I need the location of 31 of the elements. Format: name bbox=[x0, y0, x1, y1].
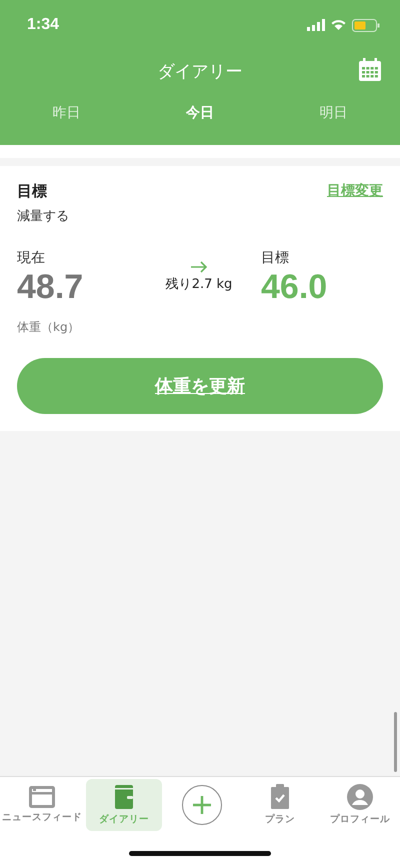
browser-icon bbox=[29, 786, 55, 808]
wifi-icon bbox=[331, 19, 346, 31]
day-tab[interactable]: 明日 bbox=[266, 92, 400, 134]
add-button[interactable] bbox=[182, 785, 222, 825]
plus-icon bbox=[192, 795, 212, 815]
status-time: 1:34 bbox=[27, 16, 60, 34]
change-goal-link[interactable]: 目標変更 bbox=[327, 182, 383, 200]
target-label: 目標 bbox=[261, 249, 289, 267]
scrollbar bbox=[394, 712, 397, 772]
clipboard-check-icon bbox=[270, 784, 290, 810]
battery-icon bbox=[352, 18, 380, 32]
calendar-icon[interactable] bbox=[358, 58, 382, 82]
notebook-icon bbox=[114, 784, 134, 810]
goal-type: 減量する bbox=[17, 208, 70, 225]
screen-title: ダイアリー bbox=[158, 60, 242, 82]
user-avatar-icon bbox=[347, 784, 373, 810]
nav-tab[interactable]: ニュースフィード bbox=[2, 779, 82, 831]
day-tab[interactable]: 昨日 bbox=[0, 92, 134, 134]
update-weight-button[interactable]: 体重を更新 bbox=[17, 358, 383, 414]
arrow-icon bbox=[190, 261, 208, 273]
current-label: 現在 bbox=[17, 249, 45, 267]
signal-icon bbox=[307, 18, 325, 32]
day-tab[interactable]: 今日 bbox=[133, 92, 267, 134]
unit-label: 体重（kg） bbox=[17, 319, 81, 336]
nav-tab[interactable]: ダイアリー bbox=[86, 779, 162, 831]
nav-tab[interactable]: プロフィール bbox=[322, 779, 398, 831]
nav-tab[interactable]: プラン bbox=[242, 779, 318, 831]
remaining-text: 残り2.7 kg bbox=[166, 276, 232, 293]
target-weight: 46.0 bbox=[261, 267, 328, 307]
card-title: 目標 bbox=[17, 182, 47, 201]
current-weight: 48.7 bbox=[17, 267, 84, 307]
